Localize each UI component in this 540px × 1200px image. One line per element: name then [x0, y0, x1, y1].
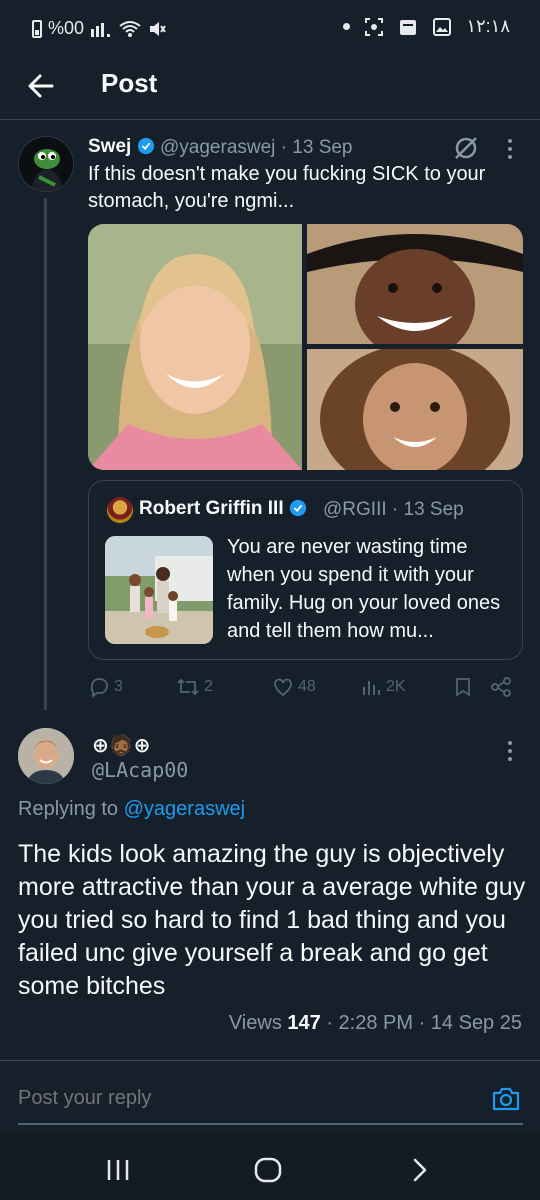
more-vertical-icon	[508, 139, 512, 159]
share-icon	[491, 677, 511, 697]
quote-display-name: Robert Griffin III	[139, 498, 284, 519]
quoted-post-card[interactable]: Robert Griffin III @RGIII · 13 Sep You a…	[88, 480, 523, 660]
reply-avatar-image	[18, 728, 74, 784]
signal-icon	[91, 22, 111, 37]
post-author-avatar[interactable]	[18, 136, 74, 192]
quote-handle-time: @RGIII · 13 Sep	[323, 499, 464, 520]
reply-text: The kids look amazing the guy is objecti…	[18, 840, 526, 1000]
media-image-man[interactable]	[307, 224, 523, 344]
reply-timestamp: · 2:28 PM · 14 Sep 25	[320, 1012, 522, 1034]
page-title: Post	[101, 68, 158, 98]
post-author-name[interactable]: Swej	[88, 136, 155, 158]
thread-line	[44, 198, 47, 710]
gallery-icon	[433, 17, 452, 36]
status-left: %00	[32, 18, 166, 39]
like-icon	[274, 678, 292, 697]
replying-to-label: Replying to	[18, 798, 119, 820]
pepe-avatar-image	[19, 137, 73, 191]
camera-button[interactable]	[490, 1083, 522, 1115]
quote-author-avatar	[107, 497, 133, 523]
back-nav-button[interactable]	[400, 1150, 440, 1190]
replying-to: Replying to @yageraswej	[18, 798, 245, 821]
back-chevron-icon	[413, 1158, 427, 1182]
replying-to-handle-link[interactable]: @yageraswej	[124, 798, 245, 820]
display-name: Swej	[88, 136, 132, 157]
reply-button[interactable]: 3	[88, 676, 123, 698]
repost-icon	[177, 678, 199, 696]
back-button[interactable]	[22, 66, 62, 106]
clock: ١٢:١٨	[466, 16, 510, 36]
media-grid	[88, 224, 523, 470]
bookmark-icon	[456, 678, 470, 697]
quote-text: You are never wasting time when you spen…	[227, 536, 501, 642]
post-handle-time[interactable]: @yageraswej · 13 Sep	[160, 137, 353, 159]
battery-icon	[32, 19, 42, 38]
mute-icon	[150, 21, 166, 36]
share-button[interactable]	[490, 676, 512, 698]
status-right: ١٢:١٨	[343, 16, 510, 37]
reply-more-button[interactable]	[506, 740, 514, 767]
home-icon	[254, 1157, 282, 1183]
views-count: 147	[287, 1012, 321, 1034]
post-text: If this doesn't make you fucking SICK to…	[88, 163, 486, 212]
reply-icon	[90, 678, 108, 698]
media-image-woman[interactable]	[88, 224, 302, 470]
reply-metadata: Views 147 · 2:28 PM · 14 Sep 25	[229, 1012, 522, 1035]
arrow-left-icon	[28, 74, 54, 98]
reply-author-avatar[interactable]	[18, 728, 74, 784]
system-nav-bar	[0, 1132, 540, 1200]
reply-display-name[interactable]: ⊕🧔🏾⊕	[92, 733, 150, 758]
wifi-icon	[119, 20, 141, 37]
recent-apps-icon	[107, 1160, 129, 1180]
verified-badge-icon	[289, 499, 306, 517]
post-action-bar: 3 2 48 2K	[88, 672, 528, 702]
notification-dot-icon	[343, 23, 351, 30]
reply-input-underline	[18, 1123, 523, 1125]
status-bar: %00 ١٢:١٨	[0, 0, 540, 56]
camera-icon	[492, 1087, 520, 1111]
views-label: Views	[228, 1012, 282, 1034]
repost-button[interactable]: 2	[176, 676, 213, 698]
home-button[interactable]	[248, 1150, 288, 1190]
quote-thumbnail-image	[105, 536, 213, 644]
like-count: 48	[298, 678, 316, 695]
screenshot-icon	[365, 17, 384, 36]
app-notification-icon	[400, 19, 417, 35]
repost-count: 2	[204, 678, 213, 695]
media-image-child[interactable]	[307, 349, 523, 470]
verified-badge-icon	[137, 137, 154, 155]
recent-apps-button[interactable]	[98, 1150, 138, 1190]
views-icon	[363, 681, 380, 695]
reply-handle[interactable]: @LAcap00	[92, 758, 188, 782]
battery-text: %00	[48, 18, 85, 38]
reply-composer	[0, 1060, 540, 1130]
more-vertical-icon	[508, 741, 512, 761]
reply-count: 3	[114, 678, 123, 695]
grok-icon[interactable]	[452, 134, 480, 162]
views-count: 2K	[386, 678, 406, 695]
bookmark-button[interactable]	[452, 676, 474, 698]
like-button[interactable]: 48	[272, 676, 316, 698]
quote-author-name: Robert Griffin III	[139, 498, 307, 520]
views-button[interactable]: 2K	[360, 676, 406, 698]
reply-input[interactable]	[18, 1087, 418, 1110]
header: Post	[0, 56, 540, 120]
